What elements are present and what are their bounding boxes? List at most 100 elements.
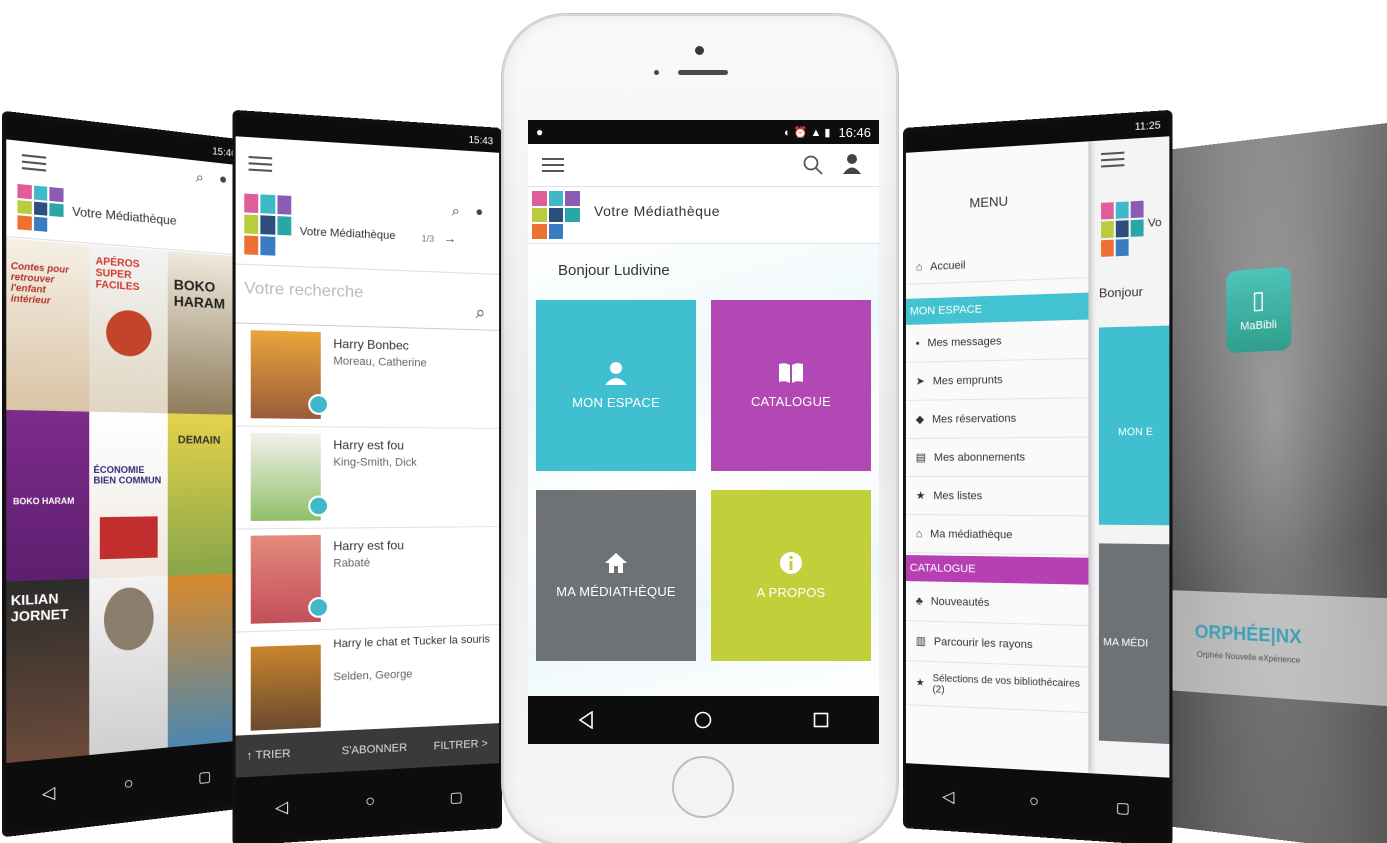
home-icon: [605, 553, 627, 573]
send-icon: ➤: [915, 375, 925, 388]
ma-mediatheque-tile[interactable]: MA MÉDIATHÈQUE: [536, 490, 696, 661]
book-cover[interactable]: DEMAIN: [167, 413, 243, 576]
search-submit-icon[interactable]: ⌕: [475, 302, 485, 323]
list-item[interactable]: Harry est fou King-Smith, Dick: [235, 426, 500, 530]
drawer-item-messages[interactable]: ▪ Mes messages: [905, 319, 1089, 363]
mon-espace-tile[interactable]: MON ESPACE: [536, 300, 696, 471]
mabibli-app-name: MaBibli: [1240, 318, 1277, 333]
shelf-phone: 15:46 ⌕ ● Votre Médiathèque Contes pour …: [1, 110, 247, 838]
iphone-speaker: [678, 70, 728, 75]
result-author: King-Smith, Dick: [333, 456, 417, 469]
library-icon: ⌂: [915, 527, 923, 540]
book-cover[interactable]: KILIAN JORNET: [6, 578, 90, 764]
back-nav-icon[interactable]: [578, 711, 594, 729]
home-nav-icon[interactable]: [694, 711, 712, 729]
drawer-item-reservations[interactable]: ◆ Mes réservations: [905, 398, 1089, 439]
main-status-bar: ● ◐ ⏰ ▲ ▮ 16:46: [528, 120, 879, 144]
recents-nav-icon[interactable]: [813, 712, 829, 728]
menu-icon[interactable]: [542, 154, 564, 176]
app-logo-icon: [17, 183, 64, 233]
menu-icon[interactable]: [248, 152, 273, 176]
book-cover[interactable]: [89, 575, 168, 756]
next-page-icon[interactable]: →: [444, 230, 457, 246]
drawer-item-news[interactable]: ♣ Nouveautés: [905, 581, 1089, 627]
menu-nav-bar: ◁ ○ ▢: [905, 763, 1170, 843]
account-icon[interactable]: ●: [475, 204, 483, 219]
search-icon[interactable]: ⌕: [452, 202, 460, 220]
drawer-item-library[interactable]: ⌂ Ma médiathèque: [905, 515, 1089, 556]
back-nav-icon[interactable]: ◁: [942, 786, 954, 807]
book-cover[interactable]: APÉROS SUPER FACILES: [89, 244, 168, 414]
app-logo-icon: [1101, 200, 1144, 257]
menu-icon[interactable]: [1101, 147, 1125, 171]
status-icons: ◐ ⏰ ▲ ▮: [784, 126, 831, 139]
result-author: Selden, George: [333, 668, 413, 684]
home-nav-icon[interactable]: ○: [124, 775, 134, 795]
ebook-badge-icon: [308, 393, 330, 415]
list-icon: ▤: [915, 451, 926, 464]
home-nav-icon[interactable]: ○: [365, 793, 375, 812]
main-status-time: 16:46: [838, 124, 871, 140]
iphone-camera: [695, 46, 704, 55]
book-cover[interactable]: BOKO HARAM: [6, 409, 90, 582]
book-cover[interactable]: BOKO HARAM: [167, 250, 243, 415]
drawer-item-home[interactable]: ⌂ Accueil: [905, 242, 1089, 285]
splash-blur-overlay: [1166, 122, 1387, 843]
search-nav-bar: ◁ ○ ▢: [235, 763, 500, 843]
sort-button[interactable]: ↑ TRIER: [246, 748, 290, 763]
home-nav-icon[interactable]: ○: [1029, 792, 1039, 811]
account-icon[interactable]: [842, 153, 862, 175]
book-cover[interactable]: [167, 573, 243, 748]
subscribe-button[interactable]: S'ABONNER: [342, 742, 408, 758]
search-bar[interactable]: Votre recherche ⌕: [235, 264, 500, 331]
mabibli-app-icon[interactable]: ▯ MaBibli: [1226, 266, 1292, 354]
search-phone: 15:43 Votre Médiathèque 1/3 → ⌕ ● Votre …: [232, 109, 502, 843]
peek-greeting: Bonjour: [1098, 284, 1143, 301]
peek-tile-library[interactable]: MA MÉDI: [1098, 543, 1170, 745]
peek-content: Vo Bonjour MON E MA MÉDI: [1088, 136, 1170, 778]
book-cover[interactable]: ÉCONOMIE BIEN COMMUN: [89, 411, 168, 579]
recents-nav-icon[interactable]: ▢: [198, 767, 211, 786]
account-icon[interactable]: ●: [219, 170, 227, 187]
peek-title: Vo: [1147, 216, 1162, 230]
list-item[interactable]: Harry est fou Rabaté: [235, 527, 500, 633]
orphee-tagline: Orphée Nouvelle eXpérience: [1196, 649, 1301, 666]
menu-icon[interactable]: [21, 150, 47, 176]
results-list: Harry Bonbec Moreau, Catherine Harry est…: [235, 323, 500, 736]
main-header: Votre Médiathèque: [528, 186, 879, 244]
iphone-home-button[interactable]: [672, 756, 734, 818]
home-icon: ⌂: [915, 260, 923, 273]
book-thumbnail: [250, 644, 321, 731]
back-nav-icon[interactable]: ◁: [275, 797, 288, 819]
user-icon: [605, 362, 627, 385]
drawer-item-selections[interactable]: ★ Sélections de vos bibliothécaires (2): [905, 661, 1089, 714]
drawer-title: MENU: [969, 193, 1009, 211]
search-input[interactable]: Votre recherche: [244, 280, 363, 303]
message-icon: ▪: [915, 337, 920, 350]
drawer-item-subscriptions[interactable]: ▤ Mes abonnements: [905, 437, 1089, 477]
shelves-icon: ▥: [915, 635, 926, 648]
drawer-section-catalog: CATALOGUE: [905, 555, 1089, 585]
book-cover[interactable]: Contes pour retrouver l'enfant intérieur: [6, 238, 90, 412]
search-icon[interactable]: ⌕: [196, 169, 204, 187]
drawer-item-browse[interactable]: ▥ Parcourir les rayons: [905, 621, 1089, 668]
star-icon: ★: [915, 490, 926, 503]
recents-nav-icon[interactable]: ▢: [1116, 798, 1130, 817]
list-item[interactable]: Harry le chat et Tucker la souris Selden…: [236, 625, 499, 736]
drawer-item-lists[interactable]: ★ Mes listes: [905, 476, 1089, 517]
menu-screen: 11:25 MENU ⌂ Accueil MON ESPACE ▪ Mes me…: [905, 113, 1170, 843]
recents-nav-icon[interactable]: ▢: [450, 788, 463, 806]
back-nav-icon[interactable]: ◁: [42, 782, 55, 805]
result-author: Moreau, Catherine: [333, 355, 427, 370]
a-propos-tile[interactable]: A PROPOS: [711, 490, 871, 661]
open-book-icon: ▯: [1251, 286, 1266, 315]
tag-icon: ◆: [915, 413, 925, 426]
search-icon[interactable]: [802, 154, 824, 176]
catalogue-tile[interactable]: CATALOGUE: [711, 300, 871, 471]
filter-button[interactable]: FILTRER >: [434, 738, 488, 753]
list-item[interactable]: Harry Bonbec Moreau, Catherine: [235, 323, 500, 429]
drawer-item-loans[interactable]: ➤ Mes emprunts: [905, 358, 1089, 401]
main-toolbar: [528, 144, 879, 186]
main-content: Bonjour Ludivine MON ESPACE CATALOGUE MA…: [528, 244, 879, 696]
peek-tile-space[interactable]: MON E: [1098, 325, 1170, 526]
